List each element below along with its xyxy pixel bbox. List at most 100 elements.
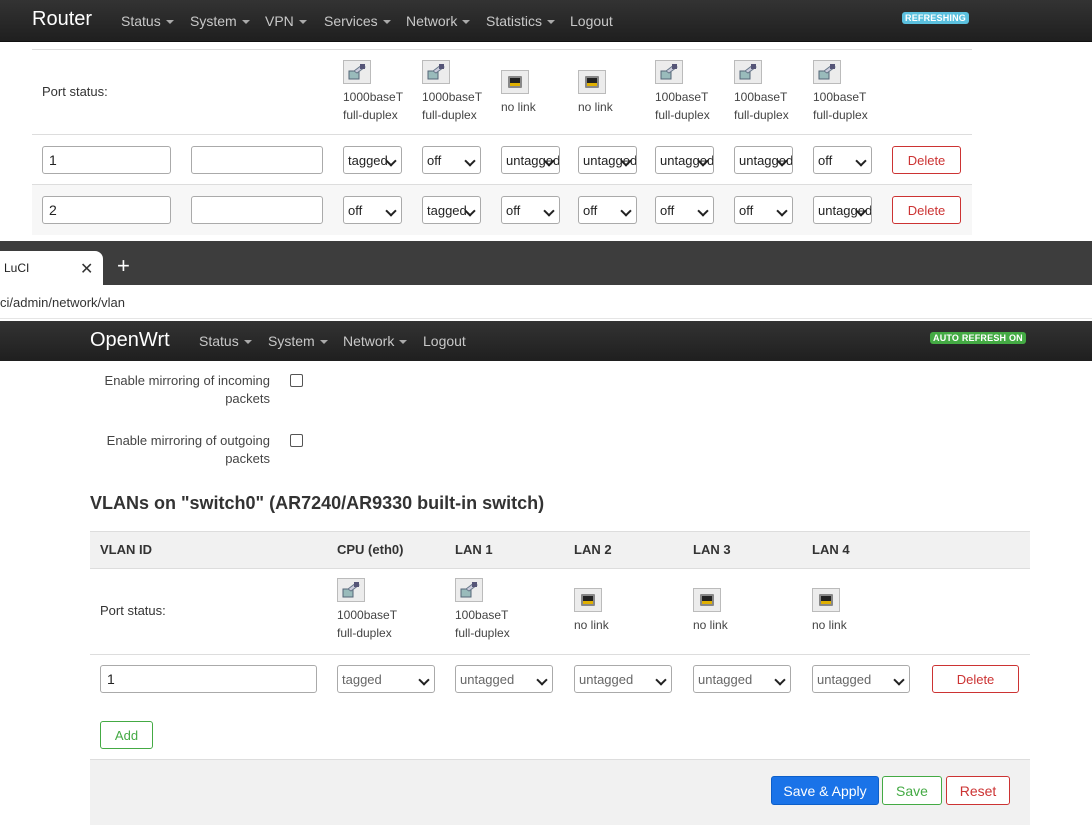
browser-tab[interactable]: LuCI ✕ [0, 251, 103, 285]
port-membership-select[interactable]: off [734, 196, 793, 224]
new-tab-button[interactable]: + [117, 253, 130, 279]
port-duplex: full-duplex [337, 626, 392, 640]
url-text[interactable]: ci/admin/network/vlan [0, 295, 125, 310]
port-membership-select[interactable]: off [578, 196, 637, 224]
delete-button[interactable]: Delete [892, 146, 961, 174]
chevron-down-icon [462, 20, 471, 25]
port-membership-select[interactable]: untagged [455, 665, 553, 693]
port-membership-select[interactable]: off [501, 196, 560, 224]
port-status: no link [578, 70, 658, 116]
delete-button[interactable]: Delete [932, 665, 1019, 693]
save-button[interactable]: Save [882, 776, 942, 805]
port-speed: no link [574, 618, 609, 632]
router-brand[interactable]: Router [32, 8, 92, 31]
menu-system[interactable]: System [268, 333, 328, 349]
port-membership-select[interactable]: tagged [343, 146, 402, 174]
port-duplex: full-duplex [455, 626, 510, 640]
port-speed: no link [501, 100, 536, 114]
port-status: 100baseT full-duplex [455, 578, 535, 642]
ethernet-link-icon [813, 60, 841, 84]
mirroring-outgoing-label: Enable mirroring of outgoing packets [106, 433, 270, 466]
port-membership-select[interactable]: tagged [337, 665, 435, 693]
port-speed: 1000baseT [343, 90, 404, 104]
menu-logout[interactable]: Logout [570, 13, 613, 29]
browser-tab-bar: LuCI ✕ + [0, 241, 1092, 285]
port-status: 1000baseT full-duplex [422, 60, 502, 124]
divider [32, 134, 972, 135]
delete-button[interactable]: Delete [892, 196, 961, 224]
port-membership-select[interactable]: off [422, 146, 481, 174]
close-icon[interactable]: ✕ [80, 259, 93, 279]
vlan-id-input[interactable]: 1 [42, 146, 171, 174]
vlan-id-input[interactable]: 1 [100, 665, 317, 693]
port-status: no link [501, 70, 581, 116]
mirroring-outgoing-checkbox[interactable] [290, 434, 303, 447]
description-input[interactable] [191, 196, 323, 224]
port-speed: no link [812, 618, 847, 632]
port-membership-select[interactable]: off [813, 146, 872, 174]
port-status: 100baseT full-duplex [655, 60, 735, 124]
port-speed: 100baseT [455, 608, 509, 622]
header-lan2: LAN 2 [574, 542, 612, 557]
auto-refresh-badge[interactable]: AUTO REFRESH ON [930, 332, 1026, 344]
menu-network[interactable]: Network [406, 13, 471, 29]
port-membership-select[interactable]: untagged [501, 146, 560, 174]
port-status: 100baseT full-duplex [734, 60, 814, 124]
port-duplex: full-duplex [813, 108, 868, 122]
menu-vpn[interactable]: VPN [265, 13, 307, 29]
port-speed: no link [578, 100, 613, 114]
menu-logout[interactable]: Logout [423, 333, 466, 349]
port-membership-select[interactable]: untagged [693, 665, 791, 693]
ethernet-link-icon [337, 578, 365, 602]
port-membership-select[interactable]: untagged [813, 196, 872, 224]
port-membership-select[interactable]: off [343, 196, 402, 224]
openwrt-brand[interactable]: OpenWrt [90, 329, 170, 352]
chevron-down-icon [382, 20, 391, 25]
port-membership-select[interactable]: untagged [655, 146, 714, 174]
port-membership-select[interactable]: tagged [422, 196, 481, 224]
menu-system[interactable]: System [190, 13, 250, 29]
ethernet-link-icon [422, 60, 450, 84]
port-membership-select[interactable]: untagged [578, 146, 637, 174]
add-button[interactable]: Add [100, 721, 153, 749]
port-membership-select[interactable]: untagged [812, 665, 910, 693]
chevron-down-icon [165, 20, 174, 25]
port-speed: 100baseT [655, 90, 709, 104]
header-lan4: LAN 4 [812, 542, 850, 557]
port-speed: 100baseT [813, 90, 867, 104]
port-status: no link [812, 588, 892, 634]
reset-button[interactable]: Reset [946, 776, 1010, 805]
header-lan3: LAN 3 [693, 542, 731, 557]
address-bar[interactable]: ci/admin/network/vlan [0, 285, 1092, 319]
header-vlan-id: VLAN ID [100, 542, 152, 557]
port-speed: no link [693, 618, 728, 632]
ethernet-link-icon [734, 60, 762, 84]
port-duplex: full-duplex [343, 108, 398, 122]
port-membership-select[interactable]: untagged [734, 146, 793, 174]
chevron-down-icon [399, 340, 408, 345]
mirroring-incoming-checkbox[interactable] [290, 374, 303, 387]
ethernet-nolink-icon [693, 588, 721, 612]
menu-status[interactable]: Status [199, 333, 252, 349]
ethernet-nolink-icon [812, 588, 840, 612]
description-input[interactable] [191, 146, 323, 174]
menu-services[interactable]: Services [324, 13, 391, 29]
port-membership-select[interactable]: off [655, 196, 714, 224]
header-cpu: CPU (eth0) [337, 542, 404, 557]
ethernet-link-icon [343, 60, 371, 84]
refreshing-badge[interactable]: REFRESHING [902, 12, 970, 24]
save-apply-button[interactable]: Save & Apply [771, 776, 879, 805]
menu-status[interactable]: Status [121, 13, 174, 29]
port-speed: 1000baseT [422, 90, 483, 104]
chevron-down-icon [241, 20, 250, 25]
openwrt-navbar: OpenWrt Status System Network Logout AUT… [0, 321, 1092, 361]
port-membership-select[interactable]: untagged [574, 665, 672, 693]
chevron-down-icon [319, 340, 328, 345]
menu-network[interactable]: Network [343, 333, 408, 349]
vlan-id-input[interactable]: 2 [42, 196, 171, 224]
port-status: 100baseT full-duplex [813, 60, 893, 124]
menu-statistics[interactable]: Statistics [486, 13, 556, 29]
port-speed: 1000baseT [337, 608, 398, 622]
chevron-down-icon [243, 340, 252, 345]
ethernet-link-icon [655, 60, 683, 84]
